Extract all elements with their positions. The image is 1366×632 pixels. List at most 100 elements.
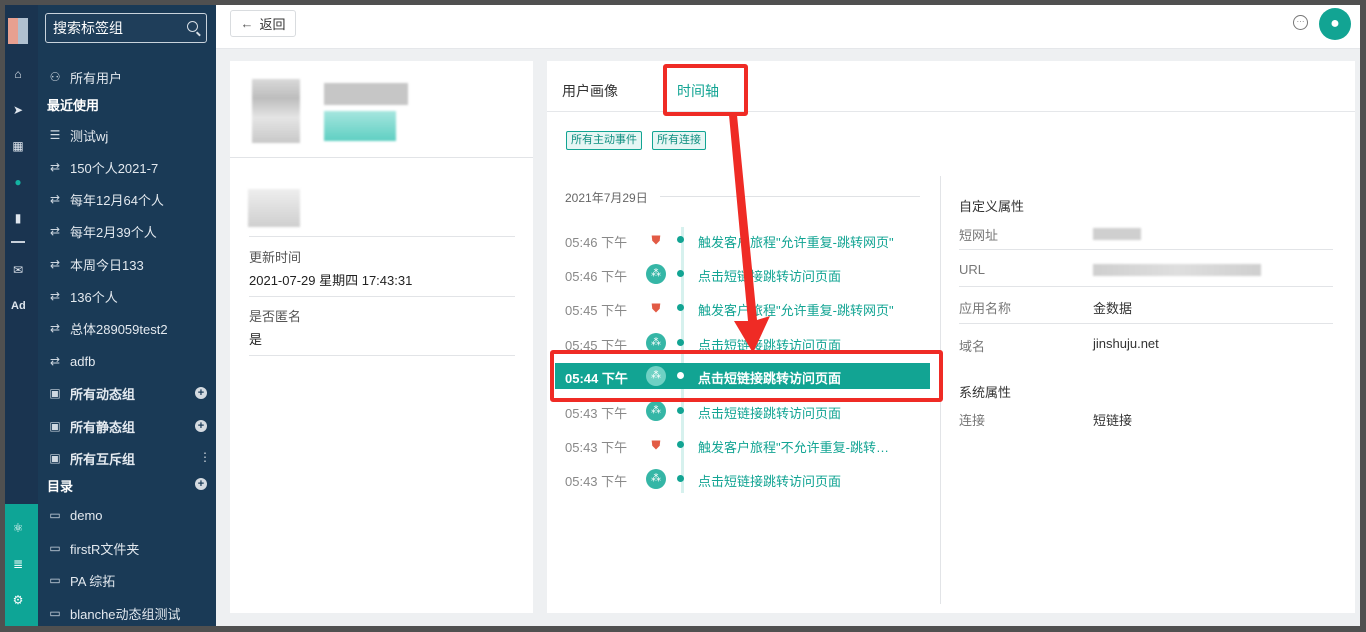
event-time: 05:46 下午 <box>565 235 628 250</box>
folder-item[interactable]: ▭ blanche动态组测试 <box>47 602 180 624</box>
short-link-icon: ⁂ <box>646 469 666 489</box>
wechat-icon[interactable]: ✉ <box>11 263 25 277</box>
sidebar-group-static[interactable]: ▣ 所有静态组 <box>47 415 135 437</box>
sidebar-item-label: 所有动态组 <box>70 386 136 402</box>
sidebar-item-label: 所有用户 <box>70 70 123 86</box>
rail-bottom: ⚛ ≣ ⚙ <box>5 504 38 626</box>
annotation-arrow <box>729 115 770 353</box>
journey-icon: ⛊ <box>651 438 661 452</box>
timeline-event[interactable]: 05:43 下午 ⁂ 点击短链接跳转访问页面 <box>555 466 930 492</box>
sidebar-item-label: 总体289059test2 <box>70 321 168 337</box>
back-button[interactable]: ← 返回 <box>230 10 296 37</box>
short-url-value-blurred <box>1093 228 1141 240</box>
date-divider <box>660 196 920 197</box>
more-vertical-icon[interactable]: ⋮ <box>199 451 211 463</box>
sidebar-item-label: 所有互斥组 <box>70 451 136 467</box>
server-icon[interactable]: ≣ <box>11 557 25 571</box>
anonymous-value: 是 <box>249 332 263 347</box>
sidebar-item-all-users[interactable]: ⚇ 所有用户 <box>47 66 122 88</box>
recent-header: 最近使用 <box>47 98 100 113</box>
folder-group-icon: ▣ <box>49 419 61 433</box>
timeline-dot <box>677 441 684 448</box>
bar-chart-icon[interactable]: ▮ <box>11 211 25 225</box>
sync-icon: ⇄ <box>49 321 61 335</box>
home-icon[interactable]: ⌂ <box>11 67 25 81</box>
folder-icon: ▭ <box>49 508 61 522</box>
folder-group-icon: ▣ <box>49 451 61 465</box>
list-icon: ☰ <box>49 128 61 142</box>
message-icon[interactable]: ··· <box>1293 15 1308 30</box>
sidebar-item[interactable]: ⇄ 136个人 <box>47 285 118 307</box>
profile-divider <box>230 157 533 158</box>
folder-item[interactable]: ▭ PA 综拓 <box>47 569 115 591</box>
anonymous-label: 是否匿名 <box>249 309 302 324</box>
profile-tag-blurred <box>324 111 396 141</box>
ad-icon[interactable]: Ad <box>11 299 26 313</box>
catalog-header: 目录 <box>47 479 74 494</box>
search-input[interactable] <box>45 13 207 43</box>
timeline-dot <box>677 236 684 243</box>
sidebar-item[interactable]: ⇄ 150个人2021-7 <box>47 156 158 178</box>
filter-chip-active-events[interactable]: 所有主动事件 <box>566 131 642 150</box>
timeline-dot <box>677 270 684 277</box>
profile-card: 更新时间 2021-07-29 星期四 17:43:31 是否匿名 是 <box>230 61 533 613</box>
sidebar-item[interactable]: ⇄ 每年12月64个人 <box>47 188 164 210</box>
sidebar-item[interactable]: ⇄ adfb <box>47 350 95 372</box>
tab-portrait[interactable]: 用户画像 <box>562 81 618 101</box>
event-text[interactable]: 点击短链接跳转访问页面 <box>698 403 898 422</box>
rail-divider <box>11 241 25 243</box>
custom-properties-header: 自定义属性 <box>959 199 1025 214</box>
profile-divider <box>249 296 515 297</box>
system-properties-header: 系统属性 <box>959 385 1012 400</box>
avatar[interactable]: ● <box>1319 8 1351 40</box>
layout-icon[interactable]: ▦ <box>11 139 25 153</box>
property-divider <box>959 323 1333 324</box>
app-name-value: 金数据 <box>1093 301 1133 316</box>
sidebar-item[interactable]: ⇄ 每年2月39个人 <box>47 220 157 242</box>
sidebar-item[interactable]: ⇄ 总体289059test2 <box>47 317 168 339</box>
event-text[interactable]: 触发客户旅程"不允许重复-跳转网... <box>698 437 898 456</box>
sync-icon: ⇄ <box>49 289 61 303</box>
send-icon[interactable]: ➤ <box>11 103 25 117</box>
folder-item[interactable]: ▭ demo <box>47 504 102 526</box>
app-name-label: 应用名称 <box>959 301 1012 316</box>
url-label: URL <box>959 262 986 277</box>
folder-label: PA 综拓 <box>70 573 116 589</box>
settings-icon[interactable]: ⚙ <box>11 593 25 607</box>
short-link-icon: ⁂ <box>646 264 666 284</box>
cluster-icon[interactable]: ⚛ <box>11 521 25 535</box>
timeline-event[interactable]: 05:43 下午 ⛊ 触发客户旅程"不允许重复-跳转网... <box>555 432 930 458</box>
user-icon[interactable]: ● <box>11 175 25 189</box>
app-logo <box>8 18 28 44</box>
add-folder-icon[interactable]: + <box>195 478 207 490</box>
sidebar-item-label: 136个人 <box>70 289 118 305</box>
folder-icon: ▭ <box>49 541 61 555</box>
sidebar-item-label: 测试wj <box>70 128 109 144</box>
connect-value: 短链接 <box>1093 413 1133 428</box>
sidebar-group-exclusive[interactable]: ▣ 所有互斥组 <box>47 447 135 469</box>
timeline-dot <box>677 407 684 414</box>
add-static-group-icon[interactable]: + <box>195 420 207 432</box>
event-time: 05:43 下午 <box>565 406 628 421</box>
timeline-date: 2021年7月29日 <box>565 191 648 205</box>
folder-item[interactable]: ▭ firstR文件夹 <box>47 537 139 559</box>
search-icon[interactable] <box>187 21 198 32</box>
update-time-label: 更新时间 <box>249 250 302 265</box>
event-time: 05:45 下午 <box>565 303 628 318</box>
sidebar-item-label: 150个人2021-7 <box>70 160 159 176</box>
event-time: 05:43 下午 <box>565 440 628 455</box>
property-divider <box>959 249 1333 250</box>
add-dynamic-group-icon[interactable]: + <box>195 387 207 399</box>
sidebar-item[interactable]: ⇄ 本周今日133 <box>47 253 144 275</box>
sidebar-group-dynamic[interactable]: ▣ 所有动态组 <box>47 382 135 404</box>
folder-group-icon: ▣ <box>49 386 61 400</box>
sync-icon: ⇄ <box>49 354 61 368</box>
top-bar: ← 返回 ··· ● <box>216 5 1360 49</box>
users-icon: ⚇ <box>49 70 61 84</box>
folder-label: firstR文件夹 <box>70 541 140 557</box>
update-time-value: 2021-07-29 星期四 17:43:31 <box>249 273 413 288</box>
event-text[interactable]: 点击短链接跳转访问页面 <box>698 471 898 490</box>
sidebar-item[interactable]: ☰ 测试wj <box>47 124 109 146</box>
filter-chip-connections[interactable]: 所有连接 <box>652 131 706 150</box>
sidebar-item-label: 所有静态组 <box>70 419 136 435</box>
